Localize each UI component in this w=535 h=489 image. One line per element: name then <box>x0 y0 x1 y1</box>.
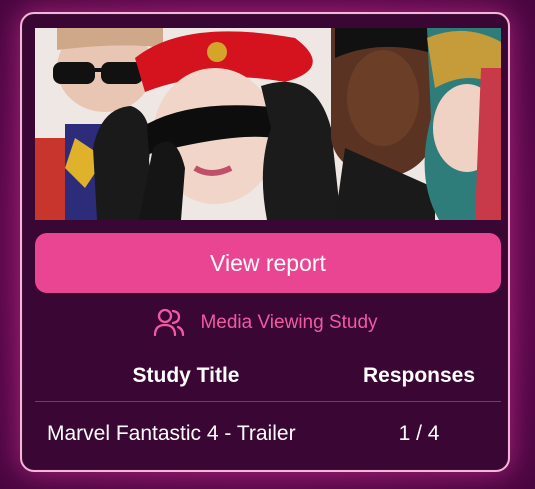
study-table: Study Title Responses Marvel Fantastic 4… <box>35 351 501 466</box>
study-title-cell: Marvel Fantastic 4 - Trailer <box>47 422 296 445</box>
study-cover-image <box>35 28 501 220</box>
table-row: Marvel Fantastic 4 - Trailer 1 / 4 <box>35 401 501 466</box>
study-type-label: Media Viewing Study <box>22 305 508 341</box>
column-header-study-title: Study Title <box>132 364 240 387</box>
study-type-text: Media Viewing Study <box>200 312 378 333</box>
study-card: View report Media Viewing Study Study Ti… <box>20 12 510 472</box>
table-header-row: Study Title Responses <box>35 351 501 401</box>
column-header-responses: Responses <box>362 364 476 387</box>
responses-cell: 1 / 4 <box>398 422 440 445</box>
view-report-button[interactable]: View report <box>35 233 501 293</box>
users-icon <box>152 306 186 340</box>
